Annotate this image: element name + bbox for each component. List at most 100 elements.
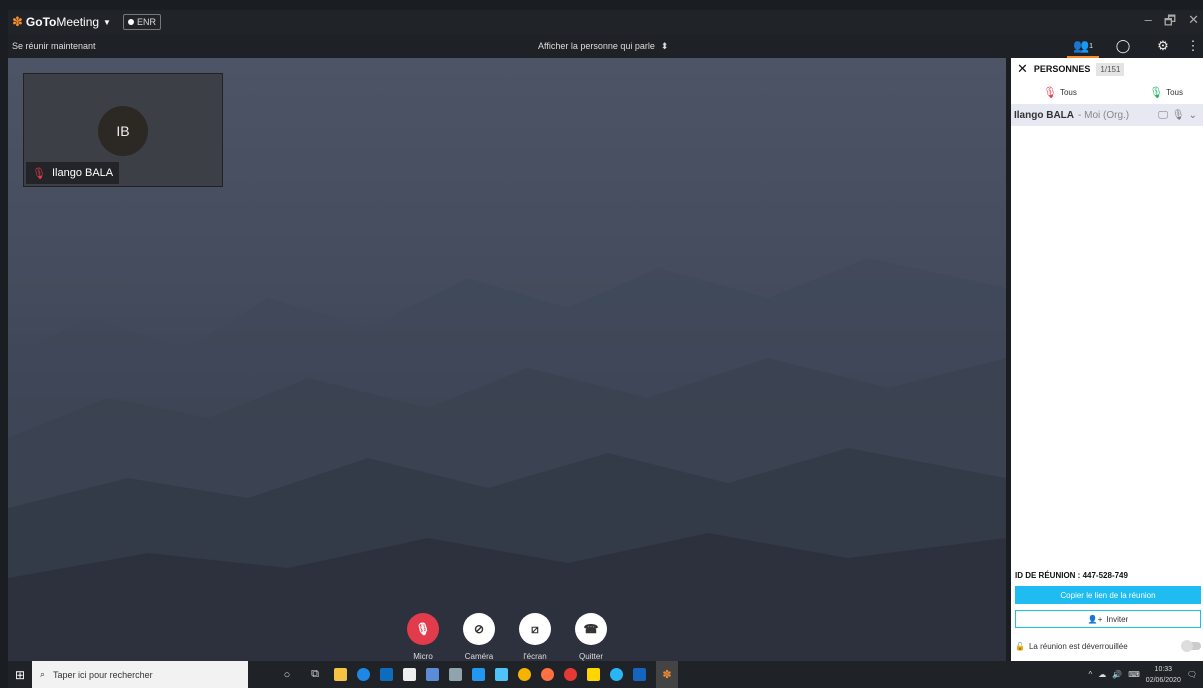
camera-off-icon[interactable]: ⊘ [463, 613, 495, 645]
mute-all-row: 🎙 Tous 🎙 Tous [1011, 80, 1203, 104]
keyboard-icon[interactable]: ⌨ [1128, 670, 1140, 679]
restore-button[interactable]: 🗗 [1164, 12, 1176, 34]
camera-label: Caméra [464, 652, 494, 661]
participant-row[interactable]: Ilango BALA - Moi (Org.) 🖵 🎙 ⌄ [1011, 104, 1203, 126]
record-label: ENR [136, 17, 156, 27]
participant-count: 1 [1089, 42, 1094, 50]
app-name-bold: GoTo [25, 15, 57, 29]
app-yellow-icon[interactable] [587, 668, 600, 681]
close-button[interactable]: ✕ [1188, 12, 1199, 34]
app-icon[interactable] [449, 668, 462, 681]
gotomeeting-logo-icon: ✽ [12, 14, 23, 29]
chat-icon: ◯ [1115, 38, 1131, 53]
cortana-icon[interactable]: ○ [278, 666, 296, 684]
meeting-id-label: ID DE RÉUNION : [1015, 571, 1081, 580]
settings-tab[interactable]: ⚙ [1143, 34, 1183, 58]
mic-muted-icon: 🎙 [1043, 86, 1057, 99]
lock-row: 🔓 La réunion est déverrouillée [1015, 638, 1201, 654]
tile-participant-name: Ilango BALA [51, 167, 114, 179]
video-stage: IB 🎙 Ilango BALA 🎙 Micro ⊘ Caméra ⧄ l'éc… [8, 58, 1006, 661]
invite-label: Inviter [1106, 614, 1129, 624]
invite-button[interactable]: 👤+ Inviter [1015, 610, 1201, 628]
outlook-icon[interactable] [380, 668, 393, 681]
people-icon: 👥 [1072, 38, 1090, 53]
close-icon[interactable]: ✕ [1017, 61, 1028, 77]
windows-start-button[interactable]: ⊞ [8, 661, 32, 688]
clock-date: 02/06/2020 [1145, 676, 1181, 684]
camera-control[interactable]: ⊘ Caméra [463, 613, 495, 661]
tile-name-label: 🎙 Ilango BALA [26, 162, 120, 184]
mic-off-icon[interactable]: 🎙 [407, 613, 439, 645]
taskbar-search[interactable]: ⌕ Taper ici pour rechercher [32, 661, 248, 688]
meeting-controls: 🎙 Micro ⊘ Caméra ⧄ l'écran ☎ Quitter [407, 613, 607, 661]
gotomeeting-taskbar-icon[interactable]: ✽ [656, 661, 678, 688]
app-name-rest: Meeting [56, 15, 100, 29]
participant-video-tile[interactable]: IB 🎙 Ilango BALA [23, 73, 223, 187]
copy-link-button[interactable]: Copier le lien de la réunion [1015, 586, 1201, 604]
chevron-down-icon[interactable]: ⌄ [1189, 110, 1197, 121]
edge-icon[interactable] [357, 668, 370, 681]
system-tray: ^ ☁ 🔊 ⌨ 10:33 02/06/2020 🗨 [1089, 661, 1203, 688]
task-view-icon[interactable]: ⧉ [306, 666, 324, 684]
add-user-icon: 👤+ [1087, 614, 1103, 624]
gear-icon: ⚙ [1157, 38, 1169, 53]
window-controls: – 🗗 ✕ [1145, 12, 1199, 34]
gotomeeting-menu[interactable]: ✽ GoTo Meeting ▼ [12, 14, 111, 30]
chevron-up-icon[interactable]: ^ [1089, 670, 1093, 679]
view-selector[interactable]: Afficher la personne qui parle ⬍ [538, 41, 668, 52]
screen-control[interactable]: ⧄ l'écran [519, 613, 551, 661]
taskbar-apps: ○ ⧉ ✽ [278, 661, 678, 688]
vs-code-icon[interactable] [472, 668, 485, 681]
toolbar-icons: 👥 1 ◯ ⚙ ⋮ [1063, 34, 1203, 58]
gotomeeting-logo-icon: ✽ [662, 669, 672, 681]
firefox-icon[interactable] [541, 668, 554, 681]
app-red-icon[interactable] [564, 668, 577, 681]
skype-icon[interactable] [610, 668, 623, 681]
record-button[interactable]: ENR [122, 14, 161, 30]
more-vertical-icon: ⋮ [1186, 38, 1200, 53]
screen-label: l'écran [523, 652, 547, 661]
volume-icon[interactable]: 🔊 [1112, 670, 1122, 679]
hangup-icon[interactable]: ☎ [575, 613, 607, 645]
mute-all-label: Tous [1059, 87, 1077, 97]
unmute-all-button[interactable]: 🎙 Tous [1149, 86, 1183, 99]
lock-status: La réunion est déverrouillée [1028, 641, 1128, 651]
meeting-toolbar: Se réunir maintenant Afficher la personn… [8, 34, 1203, 58]
avatar: IB [98, 106, 148, 156]
file-explorer-icon[interactable] [334, 668, 347, 681]
search-icon: ⌕ [40, 669, 46, 679]
title-bar: ✽ GoTo Meeting ▼ ENR – 🗗 ✕ [8, 10, 1203, 34]
chat-tab[interactable]: ◯ [1103, 34, 1143, 58]
quit-label: Quitter [578, 652, 603, 661]
snipping-tool-icon[interactable] [403, 668, 416, 681]
mic-muted-icon: 🎙 [1171, 109, 1185, 121]
mic-control[interactable]: 🎙 Micro [407, 613, 439, 661]
clock[interactable]: 10:33 02/06/2020 [1146, 664, 1181, 686]
meet-now-label[interactable]: Se réunir maintenant [12, 41, 96, 51]
panel-title: PERSONNES [1033, 64, 1091, 74]
store-icon[interactable] [495, 668, 508, 681]
mute-all-button[interactable]: 🎙 Tous [1043, 86, 1077, 99]
lock-toggle[interactable] [1181, 640, 1201, 652]
chevron-down-icon: ▼ [103, 17, 111, 27]
screen-share-icon[interactable]: ⧄ [519, 613, 551, 645]
quit-control[interactable]: ☎ Quitter [575, 613, 607, 661]
participant-name: Ilango BALA [1014, 109, 1074, 121]
people-tab[interactable]: 👥 1 [1063, 34, 1103, 58]
mic-label: Micro [413, 652, 433, 661]
people-app-icon[interactable] [426, 668, 439, 681]
minimize-button[interactable]: – [1145, 12, 1152, 34]
notification-icon[interactable]: 🗨 [1187, 670, 1197, 679]
meeting-id: ID DE RÉUNION : 447-528-749 [1015, 571, 1128, 580]
windows-taskbar: ⊞ ⌕ Taper ici pour rechercher ○ ⧉ ✽ ^ ☁ … [8, 661, 1203, 688]
word-icon[interactable] [633, 668, 646, 681]
unlock-icon: 🔓 [1015, 641, 1025, 651]
people-count-badge: 1/151 [1096, 62, 1125, 76]
mic-muted-icon: 🎙 [32, 167, 46, 180]
network-icon[interactable]: ☁ [1098, 670, 1106, 679]
participant-role: - Moi (Org.) [1078, 109, 1130, 121]
more-options[interactable]: ⋮ [1183, 34, 1203, 58]
panel-header: ✕ PERSONNES 1/151 [1011, 58, 1203, 80]
chrome-icon[interactable] [518, 668, 531, 681]
unmute-all-label: Tous [1166, 87, 1183, 97]
